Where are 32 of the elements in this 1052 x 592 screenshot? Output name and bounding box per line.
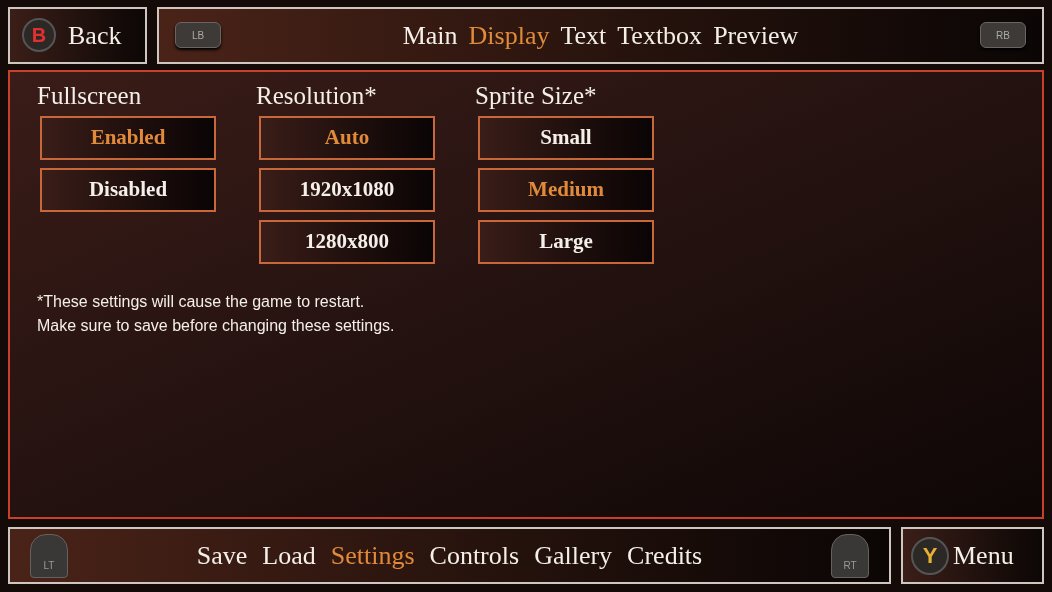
rb-bumper-icon[interactable]: RB bbox=[980, 22, 1026, 49]
option-button[interactable]: Large bbox=[478, 219, 654, 264]
back-button[interactable]: B Back bbox=[8, 7, 147, 64]
tab[interactable]: Preview bbox=[713, 15, 799, 55]
option-button[interactable]: 1920x1080 bbox=[259, 167, 435, 212]
option-button[interactable]: Auto bbox=[259, 115, 435, 160]
tab[interactable]: Save bbox=[196, 536, 248, 576]
lt-trigger-icon[interactable]: LT bbox=[30, 533, 68, 578]
tab[interactable]: Credits bbox=[627, 536, 703, 576]
option-button[interactable]: Disabled bbox=[40, 167, 216, 212]
rt-trigger-icon[interactable]: RT bbox=[831, 533, 869, 578]
note-text: *These settings will cause the game to restart. bbox=[37, 291, 366, 312]
tab[interactable]: Text bbox=[560, 15, 607, 55]
setting-title: Resolution* bbox=[256, 80, 378, 111]
menu-button[interactable]: Y Menu bbox=[901, 527, 1044, 584]
option-button[interactable]: Small bbox=[478, 115, 654, 160]
option-button[interactable]: Enabled bbox=[40, 115, 216, 160]
tab[interactable]: Settings bbox=[330, 536, 415, 576]
tab[interactable]: Display bbox=[468, 15, 550, 55]
tab[interactable]: Controls bbox=[429, 536, 520, 576]
option-button[interactable]: 1280x800 bbox=[259, 219, 435, 264]
setting-title: Sprite Size* bbox=[475, 80, 598, 111]
lb-bumper-icon[interactable]: LB bbox=[175, 22, 221, 49]
setting-title: Fullscreen bbox=[37, 80, 143, 111]
option-button[interactable]: Medium bbox=[478, 167, 654, 212]
note-text: Make sure to save before changing these settings. bbox=[37, 315, 396, 336]
tab[interactable]: Gallery bbox=[534, 536, 613, 576]
tab[interactable]: Main bbox=[402, 15, 458, 55]
b-key-icon: B bbox=[22, 18, 56, 53]
tab[interactable]: Load bbox=[262, 536, 316, 576]
tab[interactable]: Textbox bbox=[617, 15, 703, 55]
y-key-icon: Y bbox=[911, 536, 949, 575]
